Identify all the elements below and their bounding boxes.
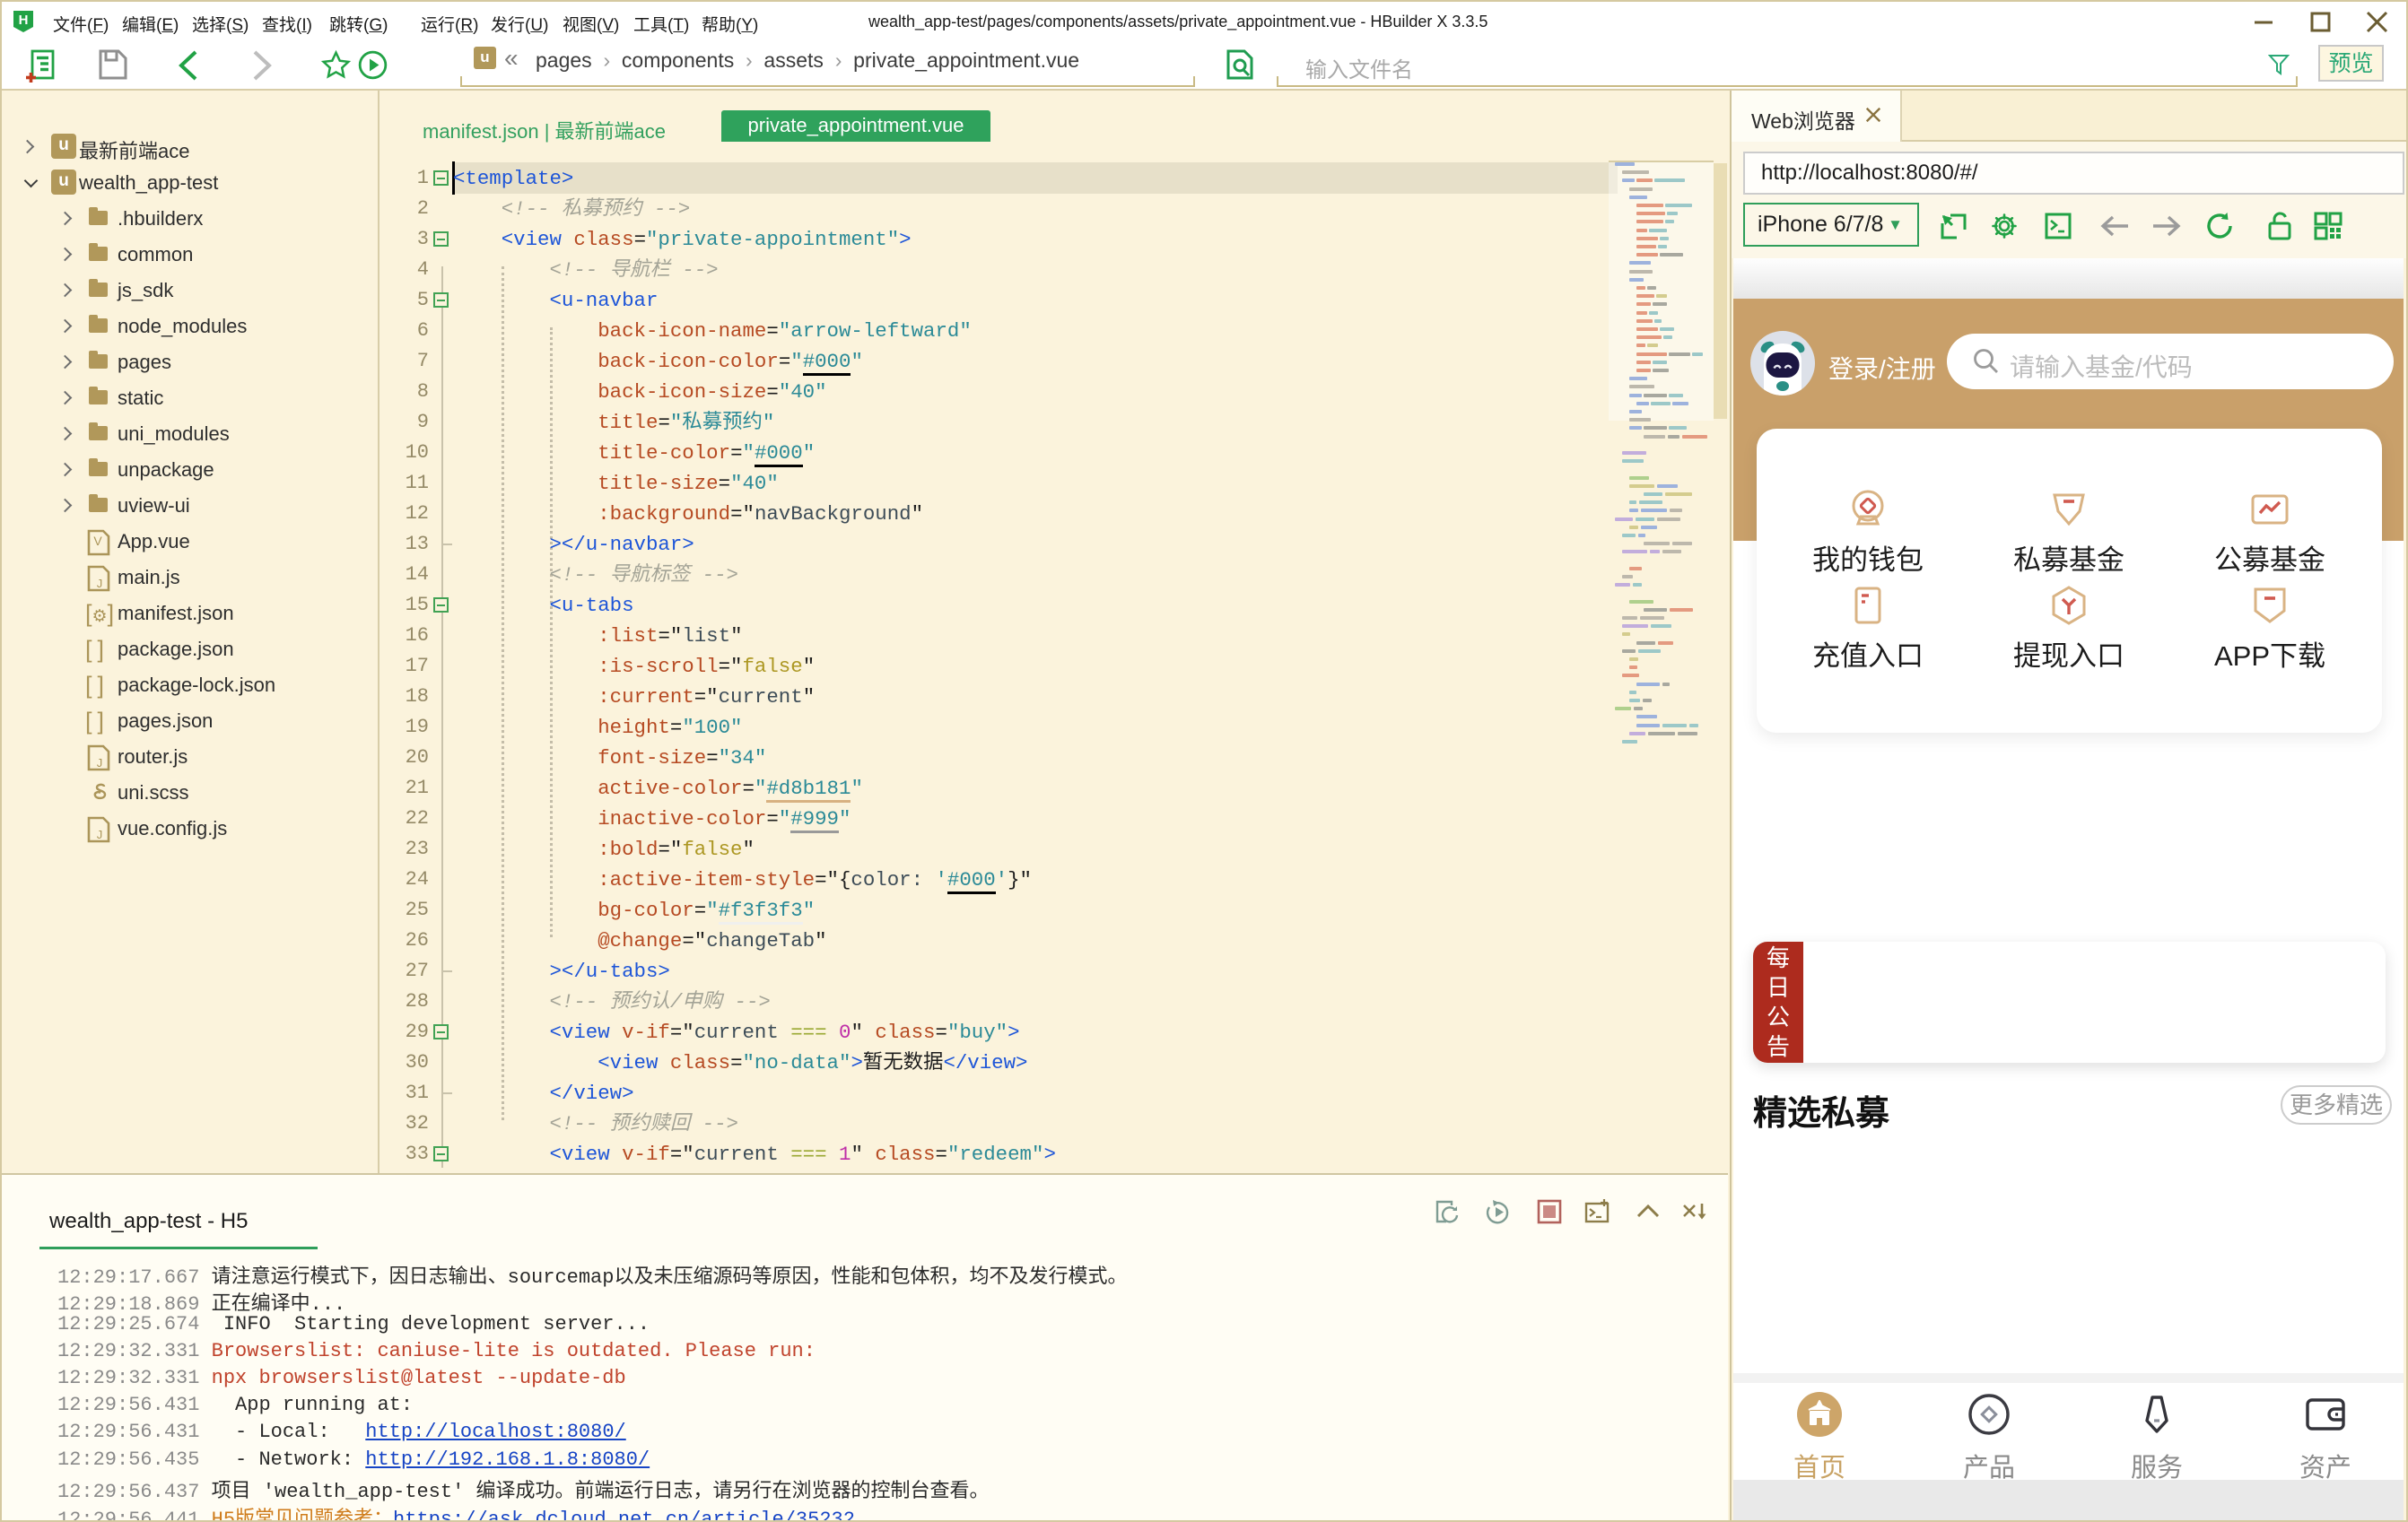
svg-text:H: H <box>19 13 29 28</box>
svg-text:J: J <box>97 828 103 841</box>
svg-text:J: J <box>97 756 103 770</box>
svg-text:J: J <box>97 577 103 590</box>
svg-text:V: V <box>93 534 102 548</box>
